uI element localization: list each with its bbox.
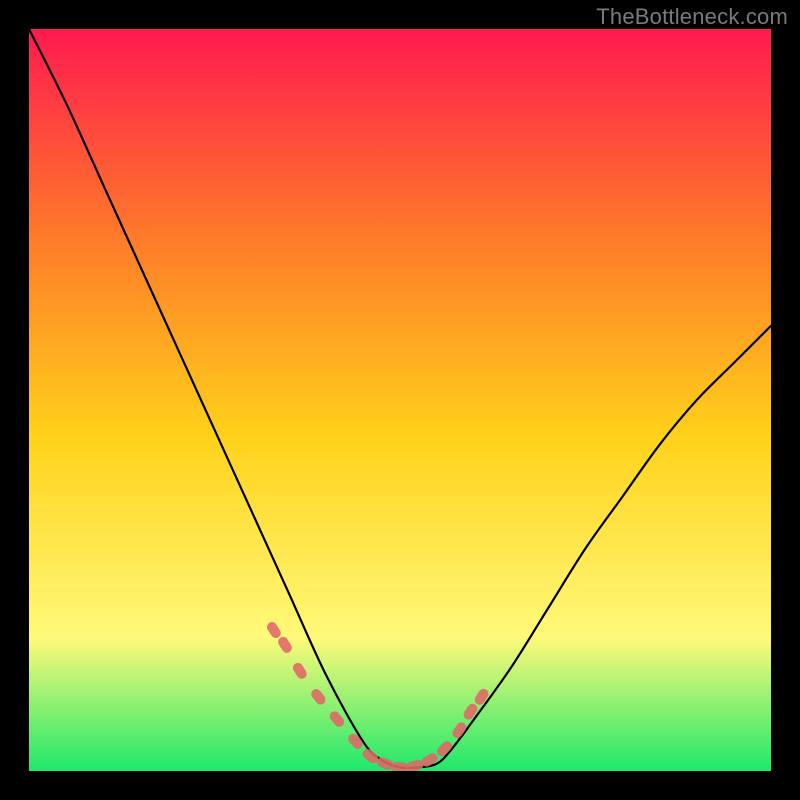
chart-frame: TheBottleneck.com	[0, 0, 800, 800]
plot-area	[29, 29, 771, 771]
gradient-background	[29, 29, 771, 771]
watermark-text: TheBottleneck.com	[596, 4, 788, 30]
chart-svg	[29, 29, 771, 771]
